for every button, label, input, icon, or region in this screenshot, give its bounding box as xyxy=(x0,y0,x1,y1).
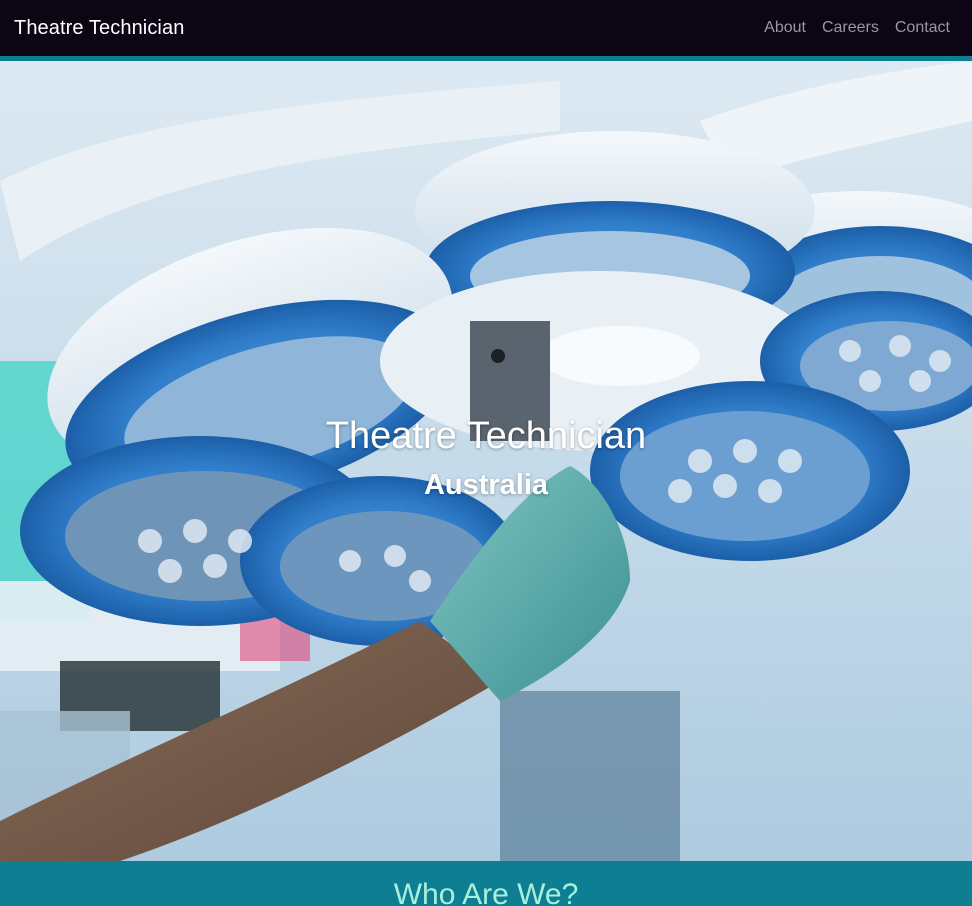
navbar: Theatre Technician About Careers Contact xyxy=(0,0,972,56)
hero-text: Theatre Technician Australia xyxy=(0,411,972,505)
hero-title: Theatre Technician xyxy=(325,415,647,457)
nav-link-contact[interactable]: Contact xyxy=(895,19,950,37)
nav-link-about[interactable]: About xyxy=(764,19,806,37)
nav-link-careers[interactable]: Careers xyxy=(822,19,879,37)
brand-link[interactable]: Theatre Technician xyxy=(14,17,184,40)
nav-links: About Careers Contact xyxy=(764,19,958,37)
about-section: Who Are We? xyxy=(0,861,972,906)
hero-banner: Theatre Technician Australia xyxy=(0,61,972,861)
hero-subtitle: Australia xyxy=(423,469,549,501)
section-heading-who-are-we: Who Are We? xyxy=(393,878,579,906)
